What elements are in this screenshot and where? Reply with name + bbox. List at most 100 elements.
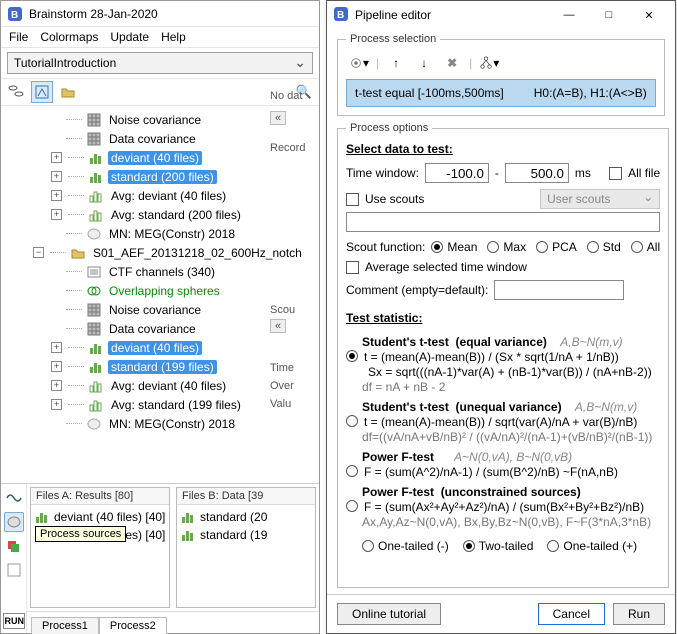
scout-fn-std[interactable]: Std [587,240,621,254]
stat-radio[interactable] [346,500,358,512]
tree-row[interactable]: CTF channels (340) [5,262,315,281]
files-a-body[interactable]: deviant (40 files) [40]deviant (40 files… [31,505,169,607]
collapse-icon[interactable]: − [33,247,44,258]
tree-label: deviant (40 files) [108,341,202,355]
time-to-input[interactable] [505,163,569,183]
tree-row[interactable]: Noise covariance [5,300,315,319]
tree-row[interactable]: MN: MEG(Constr) 2018 [5,414,315,433]
protocol-combo[interactable]: TutorialIntroduction [7,52,313,74]
hist-o-icon [88,207,104,223]
tail-option[interactable]: One-tailed (+) [547,539,637,553]
radio-icon[interactable] [463,540,475,552]
run-button-modal[interactable]: Run [613,603,665,625]
radio-label: Max [503,240,526,254]
run-button[interactable]: RUN [3,613,25,629]
tool-signal-icon[interactable] [4,488,24,508]
files-b-body[interactable]: standard (20standard (19 [177,505,315,607]
toolbar-func-icon[interactable] [31,81,53,103]
stat-radio[interactable] [346,415,358,427]
selected-process-row[interactable]: t-test equal [-100ms,500ms] H0:(A=B), H1… [346,79,656,107]
avg-time-window-label: Average selected time window [365,260,527,274]
radio-icon[interactable] [587,241,599,253]
list-item[interactable]: standard (20 [180,508,312,526]
expand-icon[interactable]: + [51,209,62,220]
radio-icon[interactable] [631,241,643,253]
scouts-text-input[interactable] [346,212,660,232]
expand-icon[interactable]: + [51,190,62,201]
tree-row[interactable]: + deviant (40 files) [5,338,315,357]
tree-row[interactable]: Data covariance [5,129,315,148]
scout-fn-pca[interactable]: PCA [536,240,577,254]
use-scouts-checkbox[interactable] [346,193,359,206]
tree-row[interactable]: Overlapping spheres [5,281,315,300]
tree-row[interactable]: +Avg: deviant (40 files) [5,186,315,205]
cancel-button[interactable]: Cancel [538,603,605,625]
stat-radio[interactable] [346,350,358,362]
maximize-icon[interactable]: □ [589,3,629,27]
expand-icon[interactable]: + [51,171,62,182]
move-down-icon[interactable]: ↓ [413,53,435,73]
tool-layers-icon[interactable] [4,536,24,556]
all-file-checkbox[interactable] [609,167,622,180]
toolbar-folder-icon[interactable] [57,81,79,103]
expand-icon[interactable]: + [51,361,62,372]
tree-row[interactable]: +Avg: deviant (40 files) [5,376,315,395]
radio-icon[interactable] [487,241,499,253]
files-b-panel: Files B: Data [39 standard (20standard (… [176,487,316,608]
tab-process1[interactable]: Process1 [31,617,99,634]
tab-process2[interactable]: Process2 [99,617,167,634]
stat-option: Student's t-test (unequal variance) A,B~… [362,400,660,444]
tree-row[interactable]: Data covariance [5,319,315,338]
file-panels: Files A: Results [80] deviant (40 files)… [27,484,319,633]
avg-time-window-checkbox[interactable] [346,261,359,274]
tree-row[interactable]: +deviant (40 files) [5,148,315,167]
comment-input[interactable] [494,280,624,300]
minimize-icon[interactable]: — [549,3,589,27]
scout-fn-all[interactable]: All [631,240,660,254]
tree-row[interactable]: +standard (199 files) [5,357,315,376]
process-options-group: Process options Select data to test: Tim… [337,122,669,588]
tool-brain-icon[interactable] [4,512,24,532]
online-tutorial-button[interactable]: Online tutorial [337,603,441,625]
radio-label: Two-tailed [479,539,534,553]
scout-fn-mean[interactable]: Mean [431,240,477,254]
expand-icon[interactable]: + [51,152,62,163]
menu-colormaps[interactable]: Colormaps [40,30,98,44]
menu-file[interactable]: File [9,30,28,44]
radio-icon[interactable] [431,241,443,253]
list-item[interactable]: standard (19 [180,526,312,544]
radio-icon[interactable] [547,540,559,552]
folder-icon [70,245,86,261]
radio-label: All [647,240,660,254]
scout-fn-max[interactable]: Max [487,240,526,254]
stat-radio[interactable] [346,465,358,477]
expand-icon[interactable]: + [51,342,62,353]
tail-option[interactable]: Two-tailed [463,539,534,553]
tree-row[interactable]: MN: MEG(Constr) 2018 [5,224,315,243]
tree-row[interactable]: Noise covariance [5,110,315,129]
tree-row[interactable]: −S01_AEF_20131218_02_600Hz_notch [5,243,315,262]
menu-update[interactable]: Update [110,30,149,44]
tree-row[interactable]: +standard (200 files) [5,167,315,186]
gear-icon[interactable]: ▾ [348,53,370,73]
move-up-icon[interactable]: ↑ [385,53,407,73]
list-item[interactable]: deviant (40 files) [40] [34,508,166,526]
tail-option[interactable]: One-tailed (-) [362,539,449,553]
time-from-input[interactable] [425,163,489,183]
expand-icon[interactable]: + [51,399,62,410]
tool-blank-icon[interactable] [4,560,24,580]
files-a-panel: Files A: Results [80] deviant (40 files)… [30,487,170,608]
tree-row[interactable]: +Avg: standard (200 files) [5,205,315,224]
expand-icon[interactable]: + [51,380,62,391]
main-titlebar: B Brainstorm 28-Jan-2020 [1,1,319,27]
tree-row[interactable]: +Avg: standard (199 files) [5,395,315,414]
menu-help[interactable]: Help [161,30,186,44]
pipeline-tree-icon[interactable]: ▾ [478,53,500,73]
all-file-label: All file [628,166,660,180]
user-scouts-dropdown[interactable]: User scouts [540,189,660,209]
radio-icon[interactable] [536,241,548,253]
close-icon[interactable]: ✕ [629,3,669,27]
delete-icon[interactable]: ✖ [441,53,463,73]
toolbar-db-icon[interactable] [5,81,27,103]
radio-icon[interactable] [362,540,374,552]
